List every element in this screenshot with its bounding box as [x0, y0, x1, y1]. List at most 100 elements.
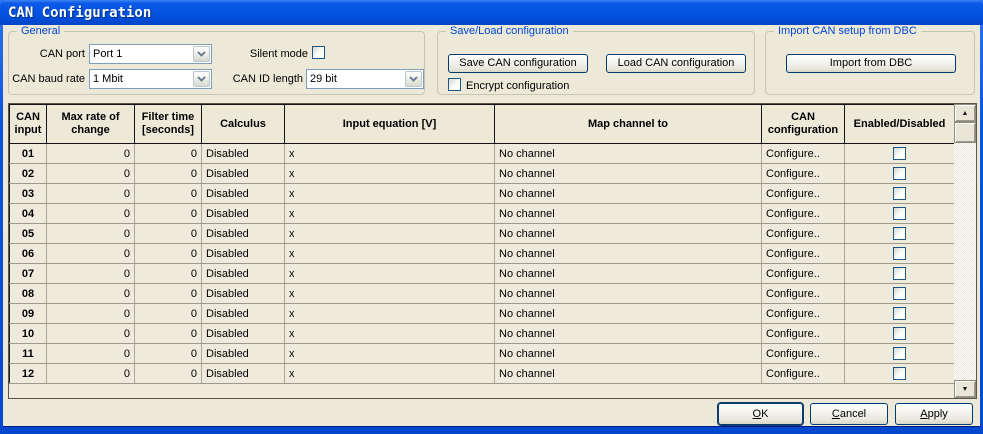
- enabled-checkbox[interactable]: [893, 147, 906, 160]
- max-rate-cell[interactable]: 0: [47, 184, 135, 204]
- map-channel-cell[interactable]: No channel: [495, 204, 762, 224]
- scroll-down-button[interactable]: ▼: [954, 380, 976, 398]
- enabled-checkbox[interactable]: [893, 187, 906, 200]
- vertical-scrollbar[interactable]: ▲ ▼: [954, 104, 976, 398]
- save-can-configuration-button[interactable]: Save CAN configuration: [448, 54, 588, 73]
- max-rate-cell[interactable]: 0: [47, 144, 135, 164]
- input-equation-cell[interactable]: x: [285, 204, 495, 224]
- filter-time-cell[interactable]: 0: [135, 304, 202, 324]
- enabled-checkbox[interactable]: [893, 227, 906, 240]
- configure-cell[interactable]: Configure..: [762, 144, 845, 164]
- scrollbar-thumb[interactable]: [954, 122, 976, 143]
- input-equation-cell[interactable]: x: [285, 224, 495, 244]
- enabled-checkbox[interactable]: [893, 207, 906, 220]
- input-equation-cell[interactable]: x: [285, 344, 495, 364]
- max-rate-cell[interactable]: 0: [47, 264, 135, 284]
- calculus-cell[interactable]: Disabled: [202, 184, 285, 204]
- configure-cell[interactable]: Configure..: [762, 344, 845, 364]
- configure-cell[interactable]: Configure..: [762, 244, 845, 264]
- configure-cell[interactable]: Configure..: [762, 304, 845, 324]
- map-channel-cell[interactable]: No channel: [495, 264, 762, 284]
- max-rate-cell[interactable]: 0: [47, 284, 135, 304]
- filter-time-cell[interactable]: 0: [135, 184, 202, 204]
- configure-cell[interactable]: Configure..: [762, 224, 845, 244]
- map-channel-cell[interactable]: No channel: [495, 344, 762, 364]
- map-channel-cell[interactable]: No channel: [495, 224, 762, 244]
- configure-cell[interactable]: Configure..: [762, 364, 845, 384]
- calculus-cell[interactable]: Disabled: [202, 224, 285, 244]
- enabled-checkbox[interactable]: [893, 167, 906, 180]
- max-rate-cell[interactable]: 0: [47, 344, 135, 364]
- filter-time-cell[interactable]: 0: [135, 144, 202, 164]
- calculus-cell[interactable]: Disabled: [202, 164, 285, 184]
- enabled-checkbox[interactable]: [893, 267, 906, 280]
- calculus-cell[interactable]: Disabled: [202, 324, 285, 344]
- enabled-checkbox[interactable]: [893, 367, 906, 380]
- filter-time-cell[interactable]: 0: [135, 244, 202, 264]
- filter-time-cell[interactable]: 0: [135, 204, 202, 224]
- scroll-up-button[interactable]: ▲: [954, 104, 976, 122]
- filter-time-cell[interactable]: 0: [135, 344, 202, 364]
- input-equation-cell[interactable]: x: [285, 164, 495, 184]
- input-equation-cell[interactable]: x: [285, 144, 495, 164]
- cancel-button[interactable]: Cancel: [810, 403, 888, 425]
- calculus-cell[interactable]: Disabled: [202, 304, 285, 324]
- encrypt-configuration-checkbox[interactable]: [448, 78, 461, 91]
- enabled-checkbox[interactable]: [893, 307, 906, 320]
- max-rate-cell[interactable]: 0: [47, 304, 135, 324]
- max-rate-cell[interactable]: 0: [47, 324, 135, 344]
- filter-time-cell[interactable]: 0: [135, 164, 202, 184]
- input-equation-cell[interactable]: x: [285, 304, 495, 324]
- calculus-cell[interactable]: Disabled: [202, 364, 285, 384]
- titlebar[interactable]: CAN Configuration: [0, 0, 983, 25]
- calculus-cell[interactable]: Disabled: [202, 204, 285, 224]
- input-equation-cell[interactable]: x: [285, 264, 495, 284]
- calculus-cell[interactable]: Disabled: [202, 144, 285, 164]
- max-rate-cell[interactable]: 0: [47, 204, 135, 224]
- filter-time-cell[interactable]: 0: [135, 324, 202, 344]
- max-rate-cell[interactable]: 0: [47, 164, 135, 184]
- filter-time-cell[interactable]: 0: [135, 224, 202, 244]
- calculus-cell[interactable]: Disabled: [202, 264, 285, 284]
- import-from-dbc-button[interactable]: Import from DBC: [786, 54, 956, 73]
- map-channel-cell[interactable]: No channel: [495, 324, 762, 344]
- calculus-cell[interactable]: Disabled: [202, 344, 285, 364]
- calculus-cell[interactable]: Disabled: [202, 284, 285, 304]
- silent-mode-checkbox[interactable]: [312, 46, 325, 59]
- max-rate-cell[interactable]: 0: [47, 224, 135, 244]
- max-rate-cell[interactable]: 0: [47, 244, 135, 264]
- calculus-cell[interactable]: Disabled: [202, 244, 285, 264]
- filter-time-cell[interactable]: 0: [135, 364, 202, 384]
- map-channel-cell[interactable]: No channel: [495, 284, 762, 304]
- filter-time-cell[interactable]: 0: [135, 264, 202, 284]
- can-port-combo[interactable]: Port 1: [89, 44, 212, 64]
- input-equation-cell[interactable]: x: [285, 364, 495, 384]
- input-equation-cell[interactable]: x: [285, 284, 495, 304]
- map-channel-cell[interactable]: No channel: [495, 164, 762, 184]
- input-equation-cell[interactable]: x: [285, 184, 495, 204]
- enabled-checkbox[interactable]: [893, 327, 906, 340]
- enabled-checkbox[interactable]: [893, 347, 906, 360]
- load-can-configuration-button[interactable]: Load CAN configuration: [606, 54, 746, 73]
- enabled-checkbox[interactable]: [893, 247, 906, 260]
- configure-cell[interactable]: Configure..: [762, 284, 845, 304]
- can-id-dropdown-button[interactable]: [405, 71, 422, 87]
- max-rate-cell[interactable]: 0: [47, 364, 135, 384]
- configure-cell[interactable]: Configure..: [762, 204, 845, 224]
- map-channel-cell[interactable]: No channel: [495, 144, 762, 164]
- map-channel-cell[interactable]: No channel: [495, 304, 762, 324]
- configure-cell[interactable]: Configure..: [762, 184, 845, 204]
- input-equation-cell[interactable]: x: [285, 244, 495, 264]
- configure-cell[interactable]: Configure..: [762, 264, 845, 284]
- ok-button[interactable]: OK: [718, 403, 803, 425]
- can-baud-dropdown-button[interactable]: [193, 71, 210, 87]
- input-equation-cell[interactable]: x: [285, 324, 495, 344]
- can-baud-rate-combo[interactable]: 1 Mbit: [89, 69, 212, 89]
- map-channel-cell[interactable]: No channel: [495, 364, 762, 384]
- configure-cell[interactable]: Configure..: [762, 164, 845, 184]
- configure-cell[interactable]: Configure..: [762, 324, 845, 344]
- can-port-dropdown-button[interactable]: [193, 46, 210, 62]
- filter-time-cell[interactable]: 0: [135, 284, 202, 304]
- enabled-checkbox[interactable]: [893, 287, 906, 300]
- apply-button[interactable]: Apply: [895, 403, 973, 425]
